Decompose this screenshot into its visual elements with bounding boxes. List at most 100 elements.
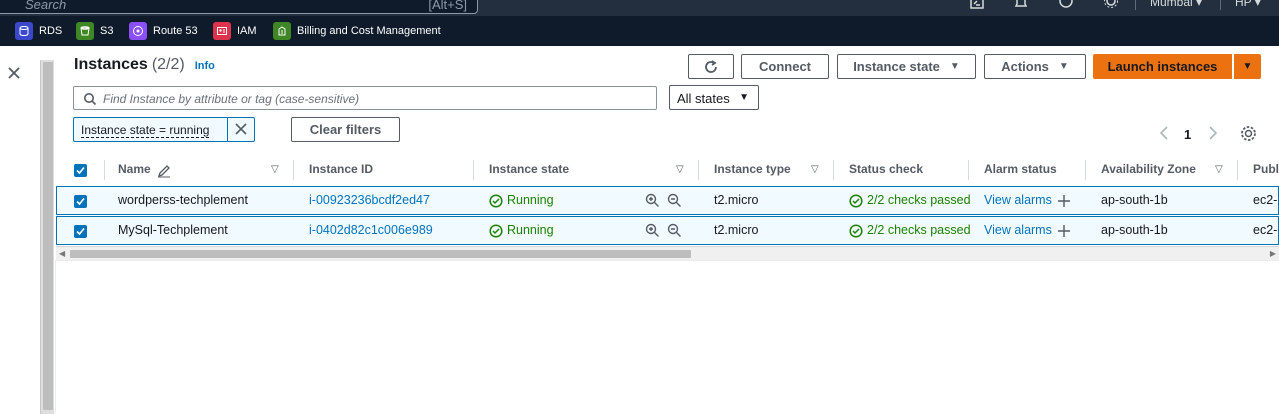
- caret-down-icon: ▼: [949, 61, 960, 72]
- plus-icon[interactable]: [1057, 224, 1071, 238]
- favorite-billing[interactable]: Billing and Cost Management: [273, 16, 441, 46]
- sort-icon[interactable]: ▽: [811, 164, 819, 175]
- favorite-rds[interactable]: RDS: [15, 16, 62, 46]
- column-header-name[interactable]: Name: [118, 162, 151, 176]
- table-header: Name ▽ Instance ID Instance state ▽ Inst…: [56, 156, 1279, 185]
- global-search-input[interactable]: Search [Alt+S]: [0, 0, 478, 14]
- column-divider: [1237, 160, 1238, 180]
- connect-button[interactable]: Connect: [741, 54, 829, 79]
- next-page-icon[interactable]: [1207, 125, 1219, 141]
- scrollbar-thumb[interactable]: [70, 250, 691, 258]
- global-search-placeholder: Search: [25, 0, 67, 12]
- instance-name: MySql-Techplement: [118, 223, 228, 237]
- check-circle-icon: [849, 224, 863, 238]
- plus-icon[interactable]: [1057, 194, 1071, 208]
- remove-filter-icon[interactable]: [234, 122, 248, 136]
- scroll-right-icon[interactable]: ▶: [1270, 249, 1276, 258]
- instance-search-input[interactable]: Find Instance by attribute or tag (case-…: [73, 86, 657, 110]
- region-selector[interactable]: Mumbai ▾: [1150, 0, 1202, 11]
- zoom-out-icon[interactable]: [667, 193, 682, 208]
- view-alarms-link[interactable]: View alarms: [984, 223, 1052, 237]
- select-all-checkbox[interactable]: [74, 164, 87, 177]
- favorite-label: Billing and Cost Management: [297, 25, 441, 37]
- help-icon[interactable]: [1057, 0, 1075, 12]
- selection-count: (2/2): [151, 56, 185, 73]
- table-row[interactable]: MySql-Techplement i-0402d82c1c006e989 Ru…: [56, 216, 1279, 245]
- check-icon: [76, 227, 85, 236]
- sort-icon[interactable]: ▽: [271, 164, 279, 175]
- zoom-out-icon[interactable]: [667, 223, 682, 238]
- availability-zone-value: ap-south-1b: [1101, 193, 1168, 207]
- states-select[interactable]: All states ▼: [669, 85, 759, 110]
- instance-type-value: t2.micro: [714, 193, 759, 207]
- table-row[interactable]: wordperss-techplement i-00923236bcdf2ed4…: [56, 186, 1279, 215]
- column-divider: [473, 160, 474, 180]
- clear-filters-button[interactable]: Clear filters: [291, 117, 400, 142]
- s3-icon: [76, 22, 94, 40]
- instance-id-link[interactable]: i-00923236bcdf2ed47: [309, 193, 430, 207]
- column-header-instance-state[interactable]: Instance state: [489, 162, 569, 176]
- column-header-status-check[interactable]: Status check: [849, 162, 923, 176]
- caret-down-icon: ▼: [1242, 61, 1253, 72]
- nav-divider: [1220, 0, 1221, 10]
- launch-instances-button[interactable]: Launch instances: [1093, 54, 1232, 79]
- page-title: Instances: [74, 56, 148, 73]
- check-circle-icon: [849, 194, 863, 208]
- token-divider: [227, 118, 228, 141]
- search-icon: [84, 93, 97, 106]
- column-header-instance-id[interactable]: Instance ID: [309, 162, 373, 176]
- rds-icon: [15, 22, 33, 40]
- cloudshell-icon[interactable]: [968, 0, 986, 12]
- launch-dropdown-button[interactable]: ▼: [1234, 54, 1261, 79]
- check-icon: [76, 166, 85, 175]
- favorite-route53[interactable]: Route 53: [129, 16, 198, 46]
- sort-icon[interactable]: ▽: [1215, 164, 1223, 175]
- scroll-left-icon[interactable]: ◀: [59, 249, 65, 258]
- previous-page-icon[interactable]: [1158, 125, 1170, 141]
- favorite-label: RDS: [39, 25, 63, 37]
- check-icon: [76, 197, 85, 206]
- zoom-in-icon[interactable]: [645, 223, 660, 238]
- column-divider: [104, 160, 105, 180]
- search-placeholder: Find Instance by attribute or tag (case-…: [103, 92, 360, 106]
- bell-icon[interactable]: [1012, 0, 1030, 12]
- caret-down-icon: ▼: [1058, 61, 1069, 72]
- sort-icon[interactable]: ▽: [676, 164, 684, 175]
- view-alarms-link[interactable]: View alarms: [984, 193, 1052, 207]
- column-header-public-dns[interactable]: Publ: [1253, 162, 1279, 176]
- column-header-instance-type[interactable]: Instance type: [714, 162, 791, 176]
- status-check-value: 2/2 checks passed: [867, 223, 970, 237]
- current-page[interactable]: 1: [1184, 127, 1191, 142]
- refresh-icon: [705, 59, 717, 73]
- favorite-iam[interactable]: IAM: [213, 16, 257, 46]
- column-header-availability-zone[interactable]: Availability Zone: [1101, 162, 1196, 176]
- vertical-scrollbar[interactable]: [40, 60, 54, 414]
- column-header-alarm-status[interactable]: Alarm status: [984, 162, 1057, 176]
- public-dns-value: ec2-: [1253, 223, 1278, 237]
- iam-icon: [213, 22, 231, 40]
- row-checkbox[interactable]: [74, 195, 87, 208]
- account-menu[interactable]: HP ▾: [1235, 0, 1261, 11]
- refresh-button[interactable]: [688, 54, 734, 79]
- gear-icon[interactable]: [1102, 0, 1120, 12]
- details-panel: [55, 260, 1279, 414]
- favorite-s3[interactable]: S3: [76, 16, 113, 46]
- zoom-in-icon[interactable]: [645, 193, 660, 208]
- close-icon[interactable]: [6, 65, 22, 81]
- nav-divider: [1135, 0, 1136, 10]
- billing-icon: [273, 22, 291, 40]
- row-checkbox[interactable]: [74, 225, 87, 238]
- filter-token[interactable]: Instance state = running: [73, 117, 255, 142]
- gear-icon[interactable]: [1240, 125, 1257, 142]
- instance-type-value: t2.micro: [714, 223, 759, 237]
- instance-state-button[interactable]: Instance state ▼: [837, 54, 976, 79]
- instance-id-link[interactable]: i-0402d82c1c006e989: [309, 223, 433, 237]
- column-divider: [698, 160, 699, 180]
- caret-down-icon: ▼: [739, 92, 749, 103]
- availability-zone-value: ap-south-1b: [1101, 223, 1168, 237]
- horizontal-scrollbar[interactable]: ◀ ▶: [56, 246, 1279, 261]
- info-link[interactable]: Info: [195, 60, 215, 72]
- actions-button[interactable]: Actions ▼: [984, 54, 1086, 79]
- search-shortcut: [Alt+S]: [428, 0, 467, 12]
- scrollbar-thumb[interactable]: [43, 62, 53, 410]
